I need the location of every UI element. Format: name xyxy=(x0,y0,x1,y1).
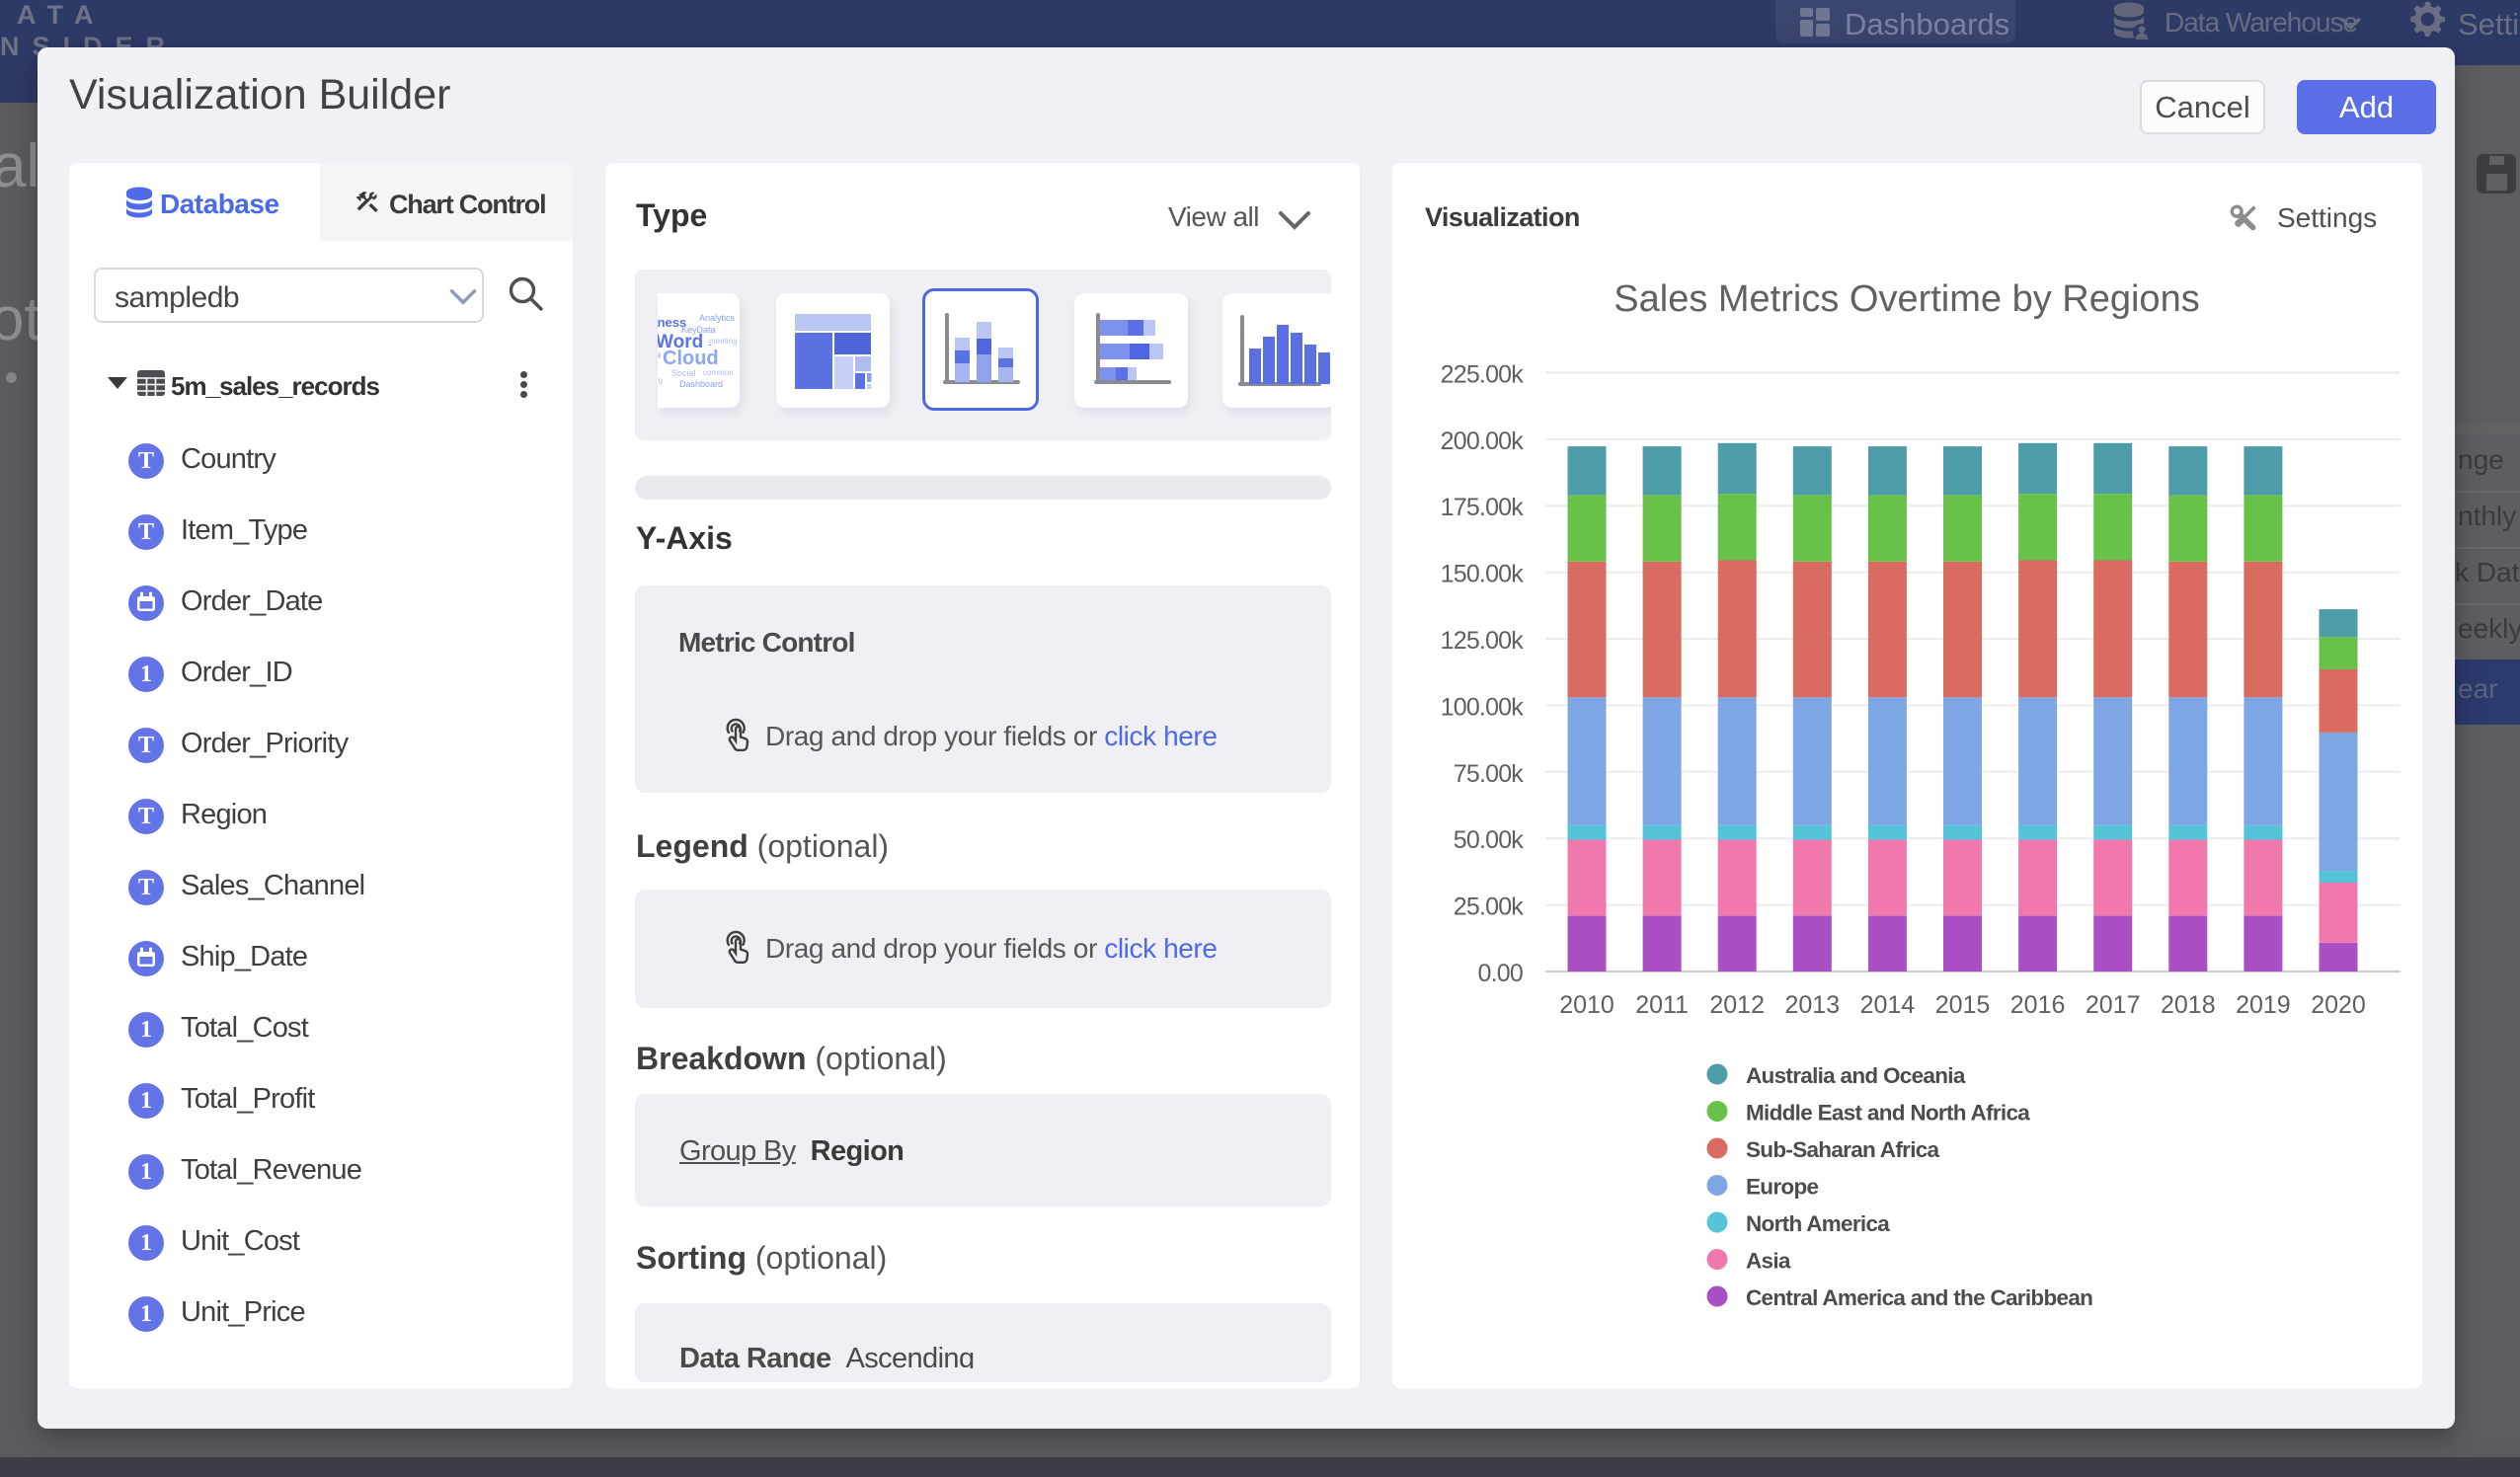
svg-text:175.00k: 175.00k xyxy=(1441,494,1525,521)
svg-text:Sub-Saharan Africa: Sub-Saharan Africa xyxy=(1746,1137,1940,1162)
svg-text:Europe: Europe xyxy=(1746,1175,1818,1200)
svg-text:2015: 2015 xyxy=(1935,991,1991,1019)
svg-text:75.00k: 75.00k xyxy=(1454,760,1525,788)
svg-text:2018: 2018 xyxy=(2161,991,2216,1019)
svg-text:100.00k: 100.00k xyxy=(1441,693,1525,721)
svg-text:2010: 2010 xyxy=(1559,991,1614,1019)
svg-text:2019: 2019 xyxy=(2236,991,2291,1019)
svg-text:225.00k: 225.00k xyxy=(1441,360,1525,388)
svg-text:0.00: 0.00 xyxy=(1478,960,1523,987)
svg-text:Central America and the Caribb: Central America and the Caribbean xyxy=(1746,1285,2092,1310)
svg-text:200.00k: 200.00k xyxy=(1441,428,1525,455)
svg-text:Australia and Oceania: Australia and Oceania xyxy=(1746,1063,1966,1088)
svg-text:150.00k: 150.00k xyxy=(1441,561,1525,588)
svg-text:125.00k: 125.00k xyxy=(1441,627,1525,655)
svg-text:Middle East and North Africa: Middle East and North Africa xyxy=(1746,1101,2030,1126)
svg-text:2016: 2016 xyxy=(2010,991,2066,1019)
svg-text:Sales Metrics Overtime by Regi: Sales Metrics Overtime by Regions xyxy=(1614,278,2199,320)
svg-text:2011: 2011 xyxy=(1635,991,1689,1019)
svg-text:Asia: Asia xyxy=(1746,1249,1791,1274)
svg-text:2012: 2012 xyxy=(1709,991,1765,1019)
svg-text:2013: 2013 xyxy=(1784,991,1840,1019)
svg-text:2020: 2020 xyxy=(2311,991,2366,1019)
svg-text:25.00k: 25.00k xyxy=(1454,894,1525,921)
svg-text:North America: North America xyxy=(1746,1211,1890,1236)
svg-text:2017: 2017 xyxy=(2086,991,2141,1019)
svg-text:50.00k: 50.00k xyxy=(1454,826,1525,854)
svg-text:2014: 2014 xyxy=(1860,991,1916,1019)
